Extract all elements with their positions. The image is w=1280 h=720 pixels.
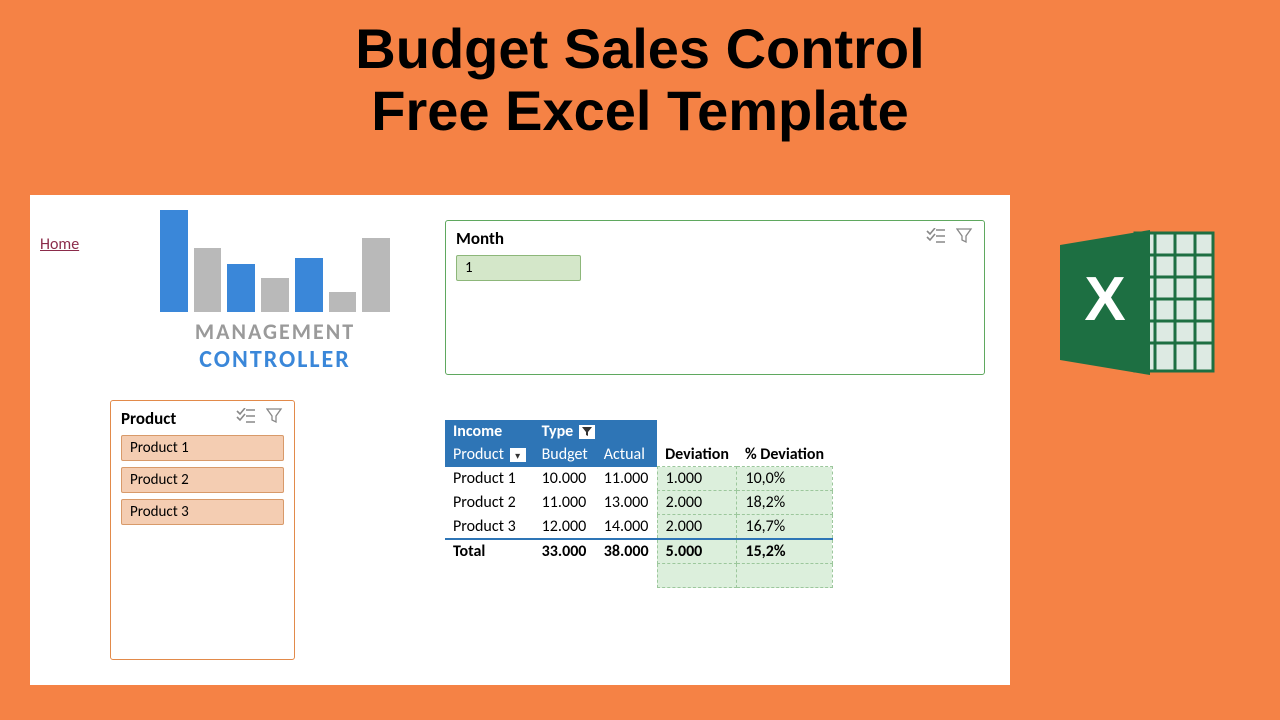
logo-bar [362,238,390,312]
pivot-type-label[interactable]: Type [534,420,657,443]
logo-bar [295,258,323,312]
pivot-product-header[interactable]: Product ▾ [445,443,534,467]
slicer-product[interactable]: Product Product 1 Product 2 Product 3 [110,400,295,660]
pivot-table[interactable]: Income Type Product ▾ Budget Actual Devi… [445,420,833,588]
slicer-item-product-2[interactable]: Product 2 [121,467,284,493]
slicer-month[interactable]: Month 1 [445,220,985,375]
slicer-header: Month [446,221,984,251]
logo-bar-chart [160,210,390,312]
pivot-actual-header: Actual [596,443,657,467]
table-row[interactable]: Product 1 10.000 11.000 1.000 10,0% [445,467,832,491]
logo-area: MANAGEMENT CONTROLLER [160,210,390,374]
title-line-2: Free Excel Template [0,80,1280,142]
slicer-items: 1 [446,251,984,291]
logo-bar [261,278,289,312]
pivot-budget-header: Budget [534,443,596,467]
logo-bar [227,264,255,312]
logo-bar [194,248,222,312]
pivot-header-row-1: Income Type [445,420,832,443]
page-title: Budget Sales Control Free Excel Template [0,0,1280,141]
table-row[interactable]: Product 3 12.000 14.000 2.000 16,7% [445,515,832,540]
logo-text-2: CONTROLLER [160,345,390,374]
slicer-title: Month [456,228,504,249]
multi-select-icon[interactable] [236,407,256,429]
slicer-items: Product 1 Product 2 Product 3 [111,431,294,535]
logo-bar [160,210,188,312]
home-link[interactable]: Home [40,235,79,254]
logo-bar [329,292,357,312]
slicer-item-product-1[interactable]: Product 1 [121,435,284,461]
pivot-deviation-header: Deviation [657,443,737,467]
slicer-item-product-3[interactable]: Product 3 [121,499,284,525]
dropdown-icon[interactable]: ▾ [510,448,526,462]
slicer-item-month-1[interactable]: 1 [456,255,581,281]
pivot-income-label: Income [445,420,534,443]
logo-text-1: MANAGEMENT [160,318,390,345]
table-row-total[interactable]: Total 33.000 38.000 5.000 15,2% [445,539,832,564]
pivot-header-row-2: Product ▾ Budget Actual Deviation % Devi… [445,443,832,467]
excel-icon: X [1055,225,1225,380]
clear-filter-icon[interactable] [956,227,974,249]
slicer-title: Product [121,408,176,429]
filter-icon[interactable] [579,425,595,439]
clear-filter-icon[interactable] [266,407,284,429]
title-line-1: Budget Sales Control [0,18,1280,80]
table-row-empty [445,564,832,588]
table-row[interactable]: Product 2 11.000 13.000 2.000 18,2% [445,491,832,515]
multi-select-icon[interactable] [926,227,946,249]
slicer-header: Product [111,401,294,431]
pivot-pct-deviation-header: % Deviation [737,443,832,467]
svg-text:X: X [1084,265,1125,334]
